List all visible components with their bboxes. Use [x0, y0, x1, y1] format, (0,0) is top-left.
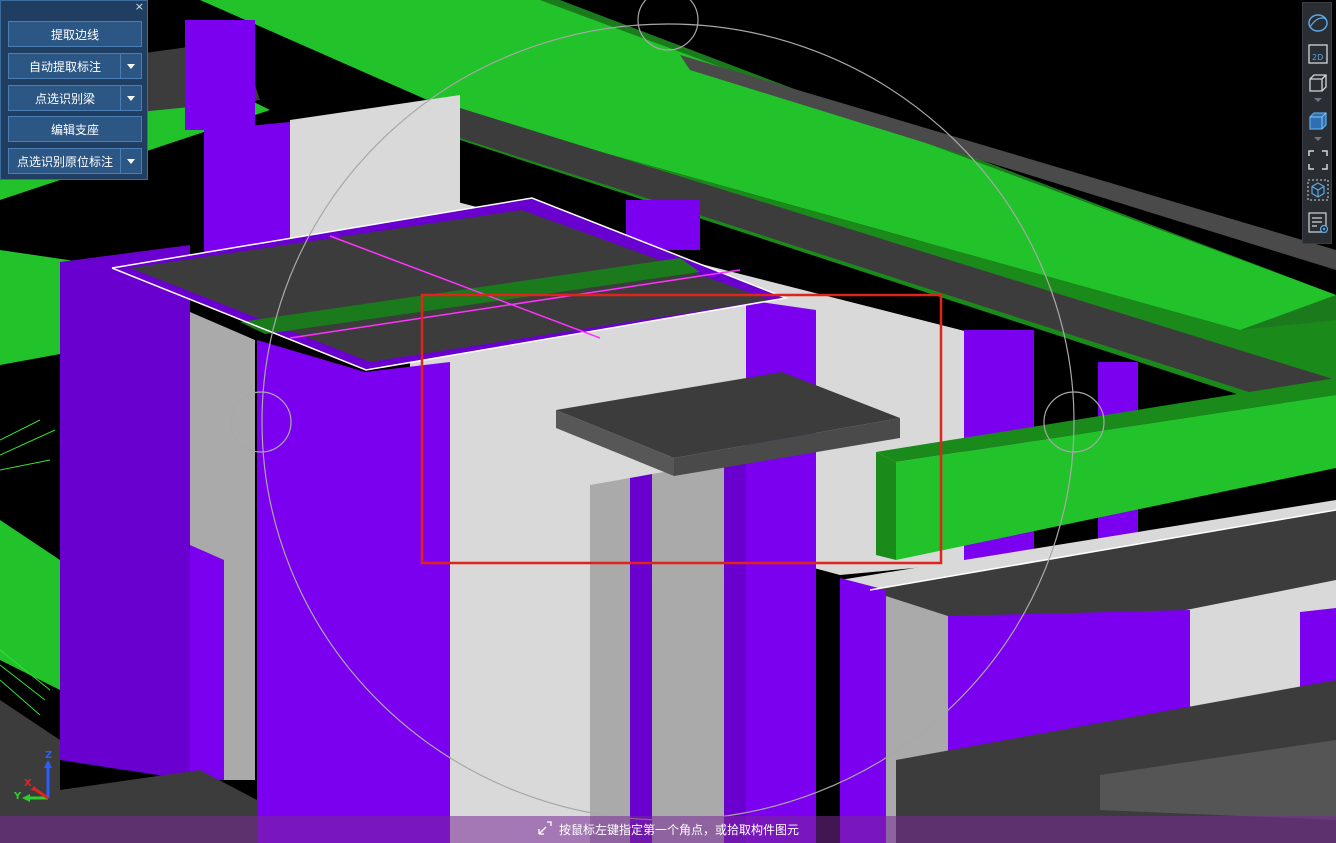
- viewport-canvas[interactable]: [0, 0, 1336, 843]
- beam-tool-panel: × 提取边线 自动提取标注 点选识别梁 编辑支座 点选识别原位标注: [0, 0, 148, 180]
- orbit-icon[interactable]: [1306, 11, 1330, 35]
- view-2d-icon[interactable]: 2D: [1306, 42, 1330, 66]
- model-viewport[interactable]: [0, 0, 1336, 843]
- zoom-extents-icon[interactable]: [1306, 148, 1330, 172]
- chevron-down-icon[interactable]: [120, 86, 141, 110]
- edit-support-label: 编辑支座: [50, 122, 99, 137]
- box-wireframe-icon[interactable]: [1306, 71, 1330, 95]
- column-left-large: [60, 245, 190, 780]
- chevron-down-icon[interactable]: [120, 54, 141, 78]
- view-2d-text: 2D: [1312, 53, 1323, 62]
- status-prompt: 按鼠标左键指定第一个角点，或拾取构件图元: [558, 823, 799, 837]
- chevron-down-icon[interactable]: [1314, 98, 1322, 102]
- box-solid-icon[interactable]: [1306, 109, 1330, 133]
- panel-titlebar[interactable]: ×: [1, 0, 147, 15]
- cube-select-icon[interactable]: [1306, 178, 1330, 202]
- pick-identify-inplace-annotation-button[interactable]: 点选识别原位标注: [8, 148, 142, 174]
- chevron-down-icon[interactable]: [120, 149, 141, 173]
- extract-edges-label: 提取边线: [50, 27, 99, 42]
- view-toolbar: 2D: [1302, 2, 1332, 244]
- axis-indicator: Z X Y: [14, 750, 64, 808]
- close-icon[interactable]: ×: [135, 0, 144, 13]
- axis-z-label: Z: [45, 750, 53, 761]
- layer-list-icon[interactable]: [1306, 211, 1330, 235]
- pick-identify-beam-button[interactable]: 点选识别梁: [8, 85, 142, 111]
- cursor-corner-icon: [537, 820, 553, 840]
- column-left-front: [257, 340, 365, 843]
- chevron-down-icon[interactable]: [1314, 137, 1322, 141]
- auto-extract-annotation-button[interactable]: 自动提取标注: [8, 53, 142, 79]
- status-bar: 按鼠标左键指定第一个角点，或拾取构件图元: [0, 816, 1336, 843]
- axis-y-label: Y: [14, 791, 22, 802]
- extract-edges-button[interactable]: 提取边线: [8, 21, 142, 47]
- axis-x-label: X: [24, 778, 32, 789]
- edit-support-button[interactable]: 编辑支座: [8, 116, 142, 142]
